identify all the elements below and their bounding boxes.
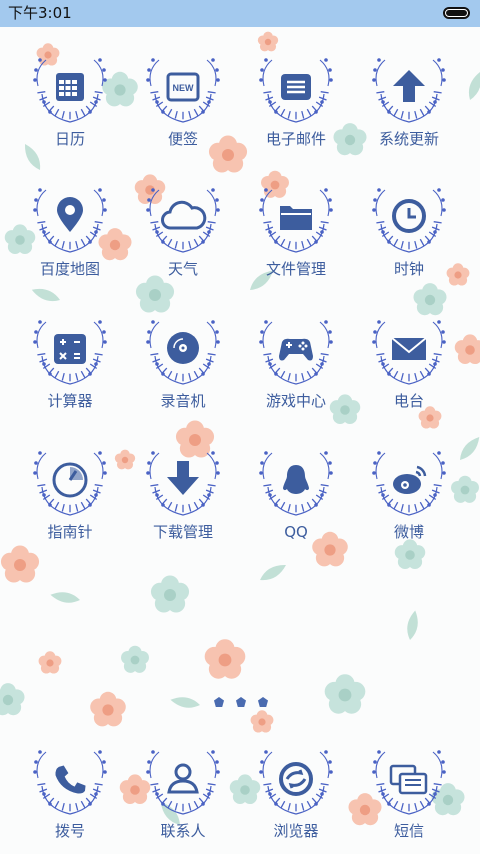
calculator-icon — [33, 320, 107, 385]
status-time: 下午3:01 — [8, 4, 72, 22]
app-message[interactable]: 短信 — [354, 742, 464, 854]
battery-icon — [443, 7, 470, 19]
app-label: 浏览器 — [273, 822, 319, 840]
folder-icon — [259, 188, 333, 253]
app-disc[interactable]: 录音机 — [128, 312, 238, 424]
browser-icon — [259, 750, 333, 815]
app-label: 联系人 — [160, 822, 206, 840]
app-map-pin[interactable]: 百度地图 — [15, 180, 125, 292]
app-gamepad[interactable]: 游戏中心 — [241, 312, 351, 424]
app-weibo[interactable]: 微博 — [354, 443, 464, 555]
app-arrow-down[interactable]: 下载管理 — [128, 443, 238, 555]
app-label: 系统更新 — [378, 130, 439, 148]
app-label: 指南针 — [47, 523, 93, 541]
app-label: 时钟 — [393, 260, 424, 278]
app-label: 下载管理 — [152, 523, 213, 541]
clock-icon — [372, 188, 446, 253]
app-label: 拨号 — [54, 822, 85, 840]
app-arrow-up[interactable]: 系统更新 — [354, 50, 464, 162]
map-pin-icon — [33, 188, 107, 253]
compass-icon — [33, 451, 107, 516]
app-label: 游戏中心 — [265, 392, 326, 410]
email-icon — [259, 58, 333, 123]
app-label: 微博 — [393, 523, 424, 541]
gamepad-icon — [259, 320, 333, 385]
app-label: 电子邮件 — [265, 130, 326, 148]
envelope-icon — [372, 320, 446, 385]
note-new-icon: NEW — [146, 58, 220, 123]
penguin-icon — [259, 451, 333, 516]
app-calendar[interactable]: 日历 — [15, 50, 125, 162]
page-dot — [258, 697, 268, 707]
app-label: 电台 — [393, 392, 424, 410]
calendar-icon — [33, 58, 107, 123]
app-label: 日历 — [54, 130, 85, 148]
arrow-up-icon — [372, 58, 446, 123]
phone-icon — [33, 750, 107, 815]
app-label: 便签 — [167, 130, 198, 148]
app-email[interactable]: 电子邮件 — [241, 50, 351, 162]
app-folder[interactable]: 文件管理 — [241, 180, 351, 292]
svg-text:NEW: NEW — [173, 83, 195, 93]
app-clock[interactable]: 时钟 — [354, 180, 464, 292]
contact-icon — [146, 750, 220, 815]
app-label: 百度地图 — [39, 260, 100, 278]
app-label: QQ — [284, 523, 308, 541]
app-compass[interactable]: 指南针 — [15, 443, 125, 555]
app-label: 计算器 — [47, 392, 93, 410]
app-note-new[interactable]: NEW 便签 — [128, 50, 238, 162]
app-phone[interactable]: 拨号 — [15, 742, 125, 854]
app-label: 文件管理 — [265, 260, 326, 278]
page-indicator — [214, 697, 268, 707]
disc-icon — [146, 320, 220, 385]
app-label: 天气 — [167, 260, 198, 278]
page-dot — [236, 697, 246, 707]
app-cloud[interactable]: 天气 — [128, 180, 238, 292]
cloud-icon — [146, 188, 220, 253]
app-label: 短信 — [393, 822, 424, 840]
app-envelope[interactable]: 电台 — [354, 312, 464, 424]
app-browser[interactable]: 浏览器 — [241, 742, 351, 854]
arrow-down-icon — [146, 451, 220, 516]
app-contact[interactable]: 联系人 — [128, 742, 238, 854]
app-label: 录音机 — [160, 392, 206, 410]
weibo-icon — [372, 451, 446, 516]
app-calculator[interactable]: 计算器 — [15, 312, 125, 424]
message-icon — [372, 750, 446, 815]
page-dot — [214, 697, 224, 707]
status-bar: 下午3:01 — [0, 0, 480, 27]
app-penguin[interactable]: QQ — [241, 443, 351, 555]
